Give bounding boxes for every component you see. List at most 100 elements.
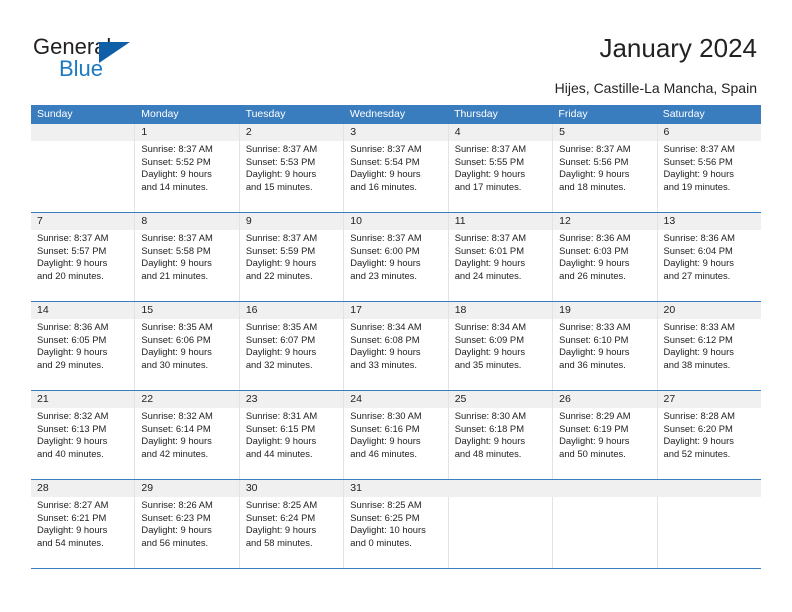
- day-cell[interactable]: Sunrise: 8:35 AM Sunset: 6:06 PM Daylight:…: [134, 319, 238, 390]
- day-cell[interactable]: Sunrise: 8:31 AM Sunset: 6:15 PM Daylight:…: [238, 408, 343, 479]
- day-cell[interactable]: Sunrise: 8:33 AM Sunset: 6:10 PM Daylight:…: [552, 319, 656, 390]
- day-number[interactable]: 12: [552, 213, 656, 230]
- day-cell[interactable]: Sunrise: 8:29 AM Sunset: 6:19 PM Daylight:…: [552, 408, 656, 479]
- day-cell[interactable]: Sunrise: 8:36 AM Sunset: 6:04 PM Daylight:…: [656, 230, 761, 301]
- day-cell[interactable]: Sunrise: 8:34 AM Sunset: 6:08 PM Daylight:…: [343, 319, 447, 390]
- week-day-number-band: 21 22 23 24 25 26 27: [31, 391, 761, 408]
- logo-text-blue: Blue: [59, 56, 104, 81]
- day-number[interactable]: 16: [238, 302, 343, 319]
- day-detail-line: Sunrise: 8:33 AM: [663, 321, 735, 332]
- calendar-week-row: 28 29 30 31 Sunrise: 8:27 AM Sunset: 6:21 PM D…: [31, 480, 761, 569]
- day-detail-line: Daylight: 10 hours: [350, 524, 426, 536]
- day-detail-line: and 46 minutes.: [350, 447, 417, 459]
- day-number[interactable]: 1: [134, 124, 238, 141]
- calendar-week-row: 14 15 16 17 18 19 20 Sunrise: 8:36 AM Sunset: 6:…: [31, 302, 761, 391]
- day-number[interactable]: 27: [656, 391, 761, 408]
- day-number[interactable]: 14: [31, 302, 134, 319]
- day-detail-line: Sunrise: 8:32 AM: [37, 410, 109, 421]
- day-cell[interactable]: Sunrise: 8:37 AM Sunset: 6:01 PM Daylight:…: [447, 230, 552, 301]
- day-number[interactable]: 3: [343, 124, 447, 141]
- day-cell[interactable]: Sunrise: 8:32 AM Sunset: 6:13 PM Daylight:…: [31, 408, 134, 479]
- day-number[interactable]: 15: [134, 302, 238, 319]
- day-detail-line: and 52 minutes.: [663, 447, 731, 459]
- day-cell-empty: [447, 497, 552, 568]
- day-cell[interactable]: Sunrise: 8:37 AM Sunset: 5:56 PM Daylight:…: [656, 141, 761, 212]
- day-number[interactable]: 10: [343, 213, 447, 230]
- week-body-row: Sunrise: 8:32 AM Sunset: 6:13 PM Daylight:…: [31, 408, 761, 479]
- day-detail-line: Sunrise: 8:37 AM: [37, 232, 109, 243]
- day-cell[interactable]: Sunrise: 8:37 AM Sunset: 5:57 PM Daylight:…: [31, 230, 134, 301]
- day-detail-line: Daylight: 9 hours: [245, 168, 317, 180]
- general-blue-logo: General Blue: [33, 34, 183, 84]
- day-cell[interactable]: Sunrise: 8:35 AM Sunset: 6:07 PM Daylight:…: [238, 319, 343, 390]
- day-number[interactable]: 8: [134, 213, 238, 230]
- day-number[interactable]: 7: [31, 213, 134, 230]
- day-detail-line: Sunset: 6:01 PM: [454, 244, 524, 256]
- day-cell[interactable]: Sunrise: 8:37 AM Sunset: 5:55 PM Daylight:…: [447, 141, 552, 212]
- day-detail-line: Sunset: 6:07 PM: [245, 333, 316, 345]
- day-number[interactable]: 9: [238, 213, 343, 230]
- day-cell[interactable]: Sunrise: 8:30 AM Sunset: 6:18 PM Daylight:…: [447, 408, 552, 479]
- day-detail-line: and 32 minutes.: [245, 358, 313, 370]
- day-cell[interactable]: Sunrise: 8:37 AM Sunset: 5:53 PM Daylight:…: [238, 141, 343, 212]
- day-number[interactable]: 29: [134, 480, 238, 497]
- day-detail-line: Daylight: 9 hours: [663, 435, 734, 447]
- day-cell[interactable]: Sunrise: 8:37 AM Sunset: 5:58 PM Daylight:…: [134, 230, 238, 301]
- day-cell[interactable]: Sunrise: 8:28 AM Sunset: 6:20 PM Daylight:…: [656, 408, 761, 479]
- day-cell[interactable]: Sunrise: 8:33 AM Sunset: 6:12 PM Daylight:…: [656, 319, 761, 390]
- day-number[interactable]: 17: [343, 302, 447, 319]
- day-number[interactable]: 5: [552, 124, 656, 141]
- day-cell[interactable]: Sunrise: 8:30 AM Sunset: 6:16 PM Daylight:…: [343, 408, 447, 479]
- day-number[interactable]: 19: [552, 302, 656, 319]
- day-cell[interactable]: Sunrise: 8:27 AM Sunset: 6:21 PM Daylight:…: [31, 497, 134, 568]
- day-detail-line: Sunrise: 8:37 AM: [141, 232, 213, 243]
- day-cell[interactable]: Sunrise: 8:37 AM Sunset: 5:54 PM Daylight:…: [343, 141, 447, 212]
- day-number[interactable]: 13: [656, 213, 761, 230]
- day-detail-line: and 33 minutes.: [350, 358, 417, 370]
- day-detail-line: Daylight: 9 hours: [350, 346, 421, 358]
- day-cell[interactable]: Sunrise: 8:25 AM Sunset: 6:25 PM Daylight:…: [343, 497, 447, 568]
- day-detail-line: Daylight: 9 hours: [454, 346, 526, 358]
- day-number[interactable]: 6: [656, 124, 761, 141]
- day-number[interactable]: 31: [343, 480, 447, 497]
- day-detail-line: and 0 minutes.: [350, 536, 412, 548]
- day-number[interactable]: 20: [656, 302, 761, 319]
- day-cell[interactable]: Sunrise: 8:26 AM Sunset: 6:23 PM Daylight:…: [134, 497, 238, 568]
- day-cell[interactable]: Sunrise: 8:37 AM Sunset: 6:00 PM Daylight:…: [343, 230, 447, 301]
- day-detail-line: Sunset: 6:03 PM: [559, 244, 629, 256]
- day-cell[interactable]: Sunrise: 8:25 AM Sunset: 6:24 PM Daylight:…: [238, 497, 343, 568]
- day-number[interactable]: 2: [238, 124, 343, 141]
- day-number[interactable]: 23: [238, 391, 343, 408]
- day-number[interactable]: 22: [134, 391, 238, 408]
- day-number[interactable]: 24: [343, 391, 447, 408]
- day-number[interactable]: 11: [447, 213, 552, 230]
- day-cell[interactable]: Sunrise: 8:36 AM Sunset: 6:05 PM Daylight:…: [31, 319, 134, 390]
- day-number[interactable]: 25: [447, 391, 552, 408]
- day-cell[interactable]: Sunrise: 8:34 AM Sunset: 6:09 PM Daylight:…: [447, 319, 552, 390]
- day-number[interactable]: 21: [31, 391, 134, 408]
- day-number[interactable]: 26: [552, 391, 656, 408]
- calendar-week-row: 7 8 9 10 11 12 13 Sunrise: 8:37 AM Sunset: 5:57 …: [31, 213, 761, 302]
- day-detail-line: Sunrise: 8:25 AM: [350, 499, 422, 510]
- day-cell[interactable]: Sunrise: 8:36 AM Sunset: 6:03 PM Daylight:…: [552, 230, 656, 301]
- day-detail-line: Sunset: 6:09 PM: [454, 333, 524, 345]
- day-cell[interactable]: Sunrise: 8:32 AM Sunset: 6:14 PM Daylight:…: [134, 408, 238, 479]
- day-detail-line: Daylight: 9 hours: [37, 346, 108, 358]
- day-number[interactable]: 4: [447, 124, 552, 141]
- day-cell[interactable]: Sunrise: 8:37 AM Sunset: 5:56 PM Daylight:…: [552, 141, 656, 212]
- day-detail-line: Sunset: 5:56 PM: [559, 155, 629, 167]
- day-number[interactable]: 28: [31, 480, 134, 497]
- day-of-week-wednesday: Wednesday: [349, 108, 406, 120]
- day-detail-line: Sunset: 6:14 PM: [141, 422, 211, 434]
- day-cell[interactable]: Sunrise: 8:37 AM Sunset: 5:59 PM Daylight:…: [238, 230, 343, 301]
- day-detail-line: Sunrise: 8:27 AM: [37, 499, 109, 510]
- day-detail-line: and 22 minutes.: [245, 269, 313, 281]
- day-cell[interactable]: Sunrise: 8:37 AM Sunset: 5:52 PM Daylight:…: [134, 141, 238, 212]
- day-detail-line: Sunrise: 8:37 AM: [454, 143, 527, 154]
- day-detail-line: and 42 minutes.: [141, 447, 209, 459]
- day-number[interactable]: 30: [238, 480, 343, 497]
- day-detail-line: Sunrise: 8:35 AM: [245, 321, 318, 332]
- day-detail-line: and 36 minutes.: [559, 358, 626, 370]
- day-detail-line: Sunset: 6:06 PM: [141, 333, 211, 345]
- day-number[interactable]: 18: [447, 302, 552, 319]
